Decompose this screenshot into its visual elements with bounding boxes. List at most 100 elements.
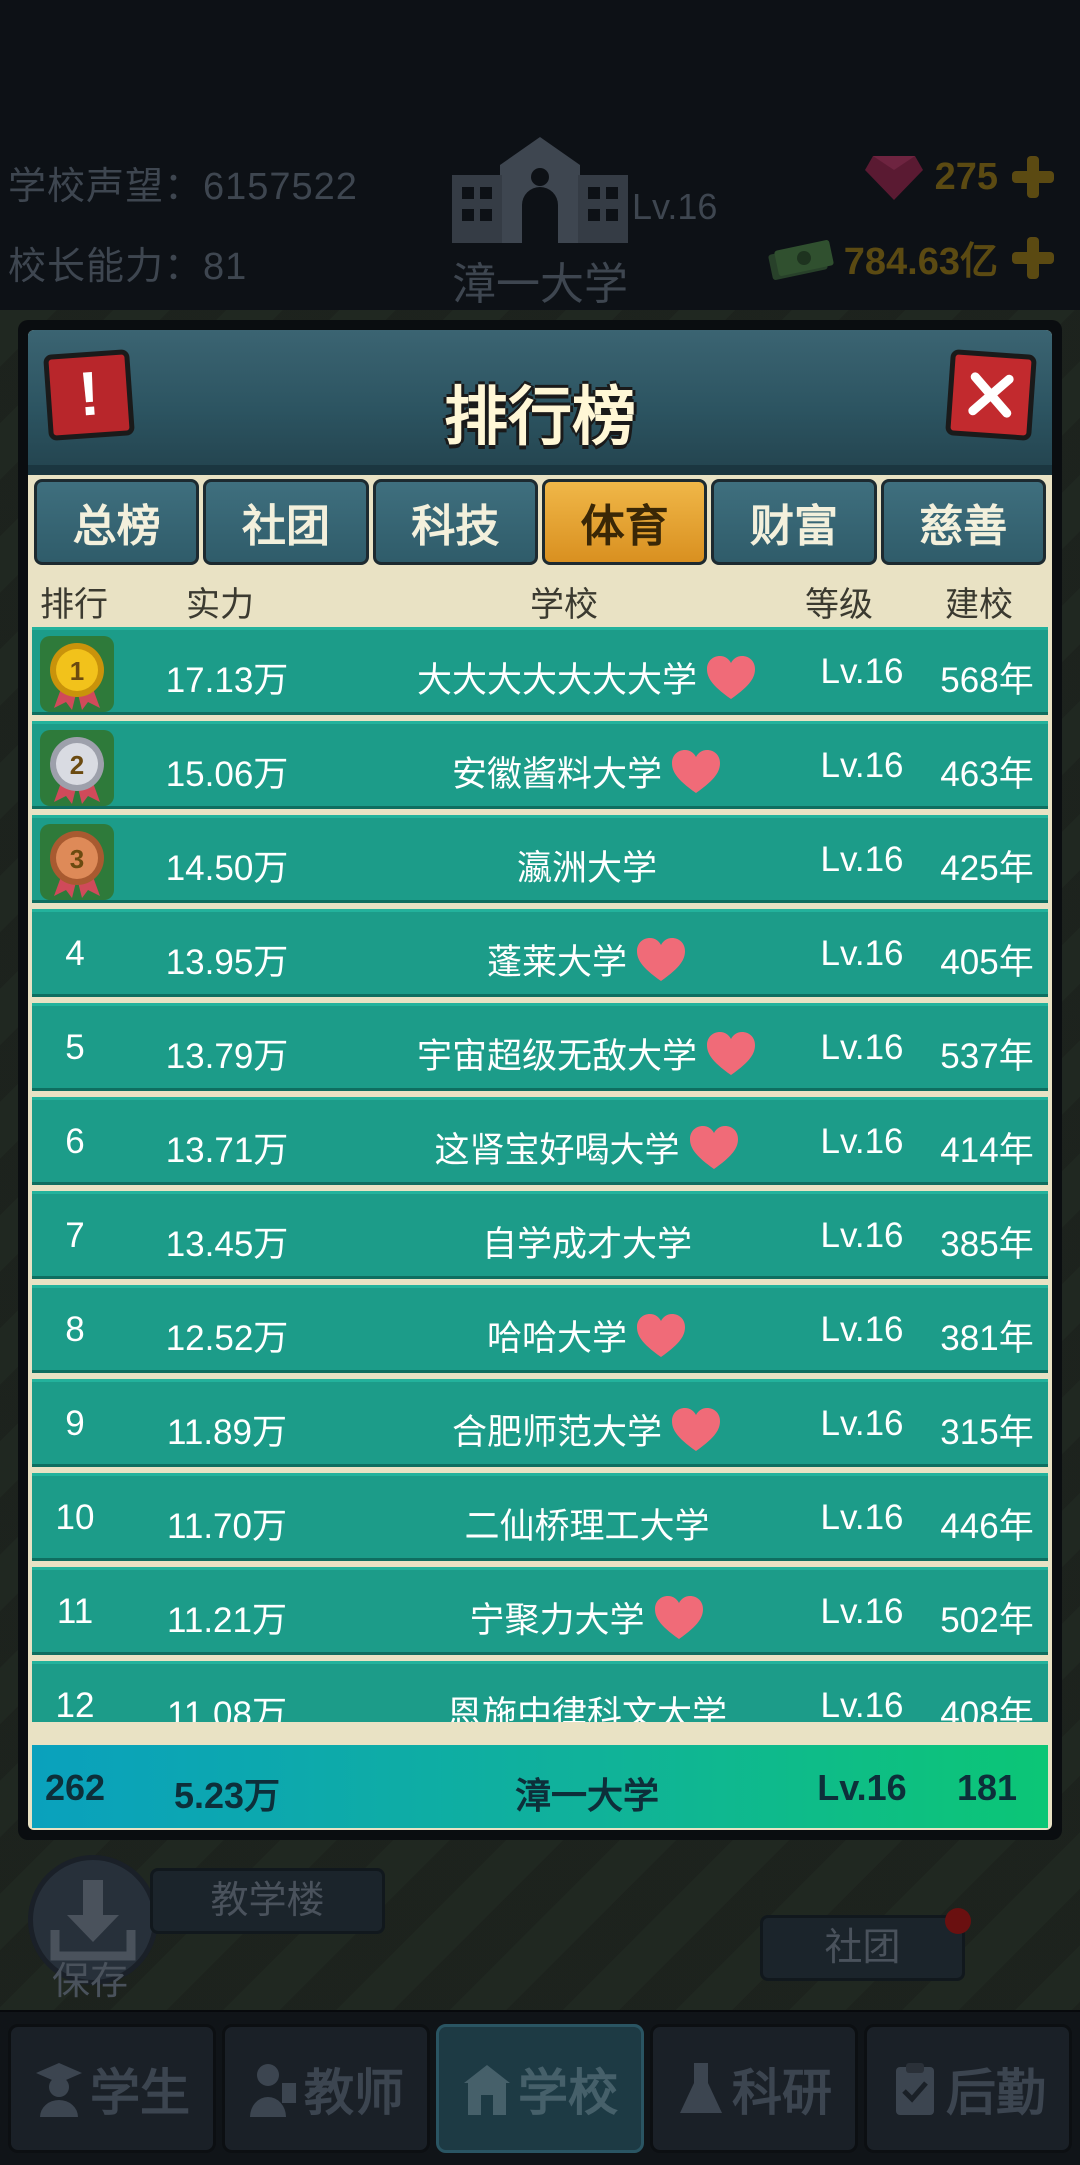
row-school-wrap: 合肥师范大学 (452, 1404, 722, 1455)
ranking-row[interactable]: 2 15.06万 安徽酱料大学 Lv.16 463年 (32, 721, 1048, 809)
money-value: 784.63亿 (843, 241, 998, 283)
row-founded: 502年 (940, 1601, 1034, 1640)
ranking-row[interactable]: 5 13.79万 宇宙超级无敌大学 Lv.16 537年 (32, 1003, 1048, 1091)
row-power: 11.08万 (167, 1695, 287, 1722)
row-rank: 8 (65, 1310, 85, 1349)
tab-sports[interactable]: 体育 (541, 479, 708, 565)
row-school: 哈哈大学 (362, 1310, 812, 1361)
notification-dot (945, 1908, 971, 1934)
ranking-row[interactable]: 7 13.45万 自学成才大学 Lv.16 385年 (32, 1191, 1048, 1279)
row-school-wrap: 安徽酱料大学 (452, 746, 722, 797)
ranking-row[interactable]: 9 11.89万 合肥师范大学 Lv.16 315年 (32, 1379, 1048, 1467)
school-icon (464, 2064, 510, 2115)
heart-icon[interactable] (688, 1125, 740, 1171)
row-school: 蓬莱大学 (362, 934, 812, 985)
nav-teachers[interactable]: 教师 (222, 2024, 430, 2153)
row-school-name: 恩施中律科文大学 (446, 1695, 727, 1722)
ranking-row[interactable]: 3 14.50万 瀛洲大学 Lv.16 425年 (32, 815, 1048, 903)
ranking-row[interactable]: 11 11.21万 宁聚力大学 Lv.16 502年 (32, 1567, 1048, 1655)
ranking-row[interactable]: 1 17.13万 大大大大大大大学 Lv.16 568年 (32, 627, 1048, 715)
row-level: Lv.16 (820, 934, 904, 973)
heart-icon[interactable] (635, 1313, 687, 1359)
row-level: Lv.16 (820, 1216, 904, 1255)
my-founded: 181 (956, 1767, 1018, 1808)
row-power: 13.71万 (165, 1131, 289, 1170)
row-level: Lv.16 (820, 1686, 904, 1722)
row-founded: 385年 (940, 1225, 1034, 1264)
heart-icon[interactable] (705, 655, 757, 701)
row-founded: 408年 (940, 1695, 1034, 1722)
row-school-name: 宇宙超级无敌大学 (416, 1037, 697, 1076)
row-school-wrap: 宁聚力大学 (469, 1592, 704, 1643)
row-founded: 405年 (940, 943, 1034, 982)
tab-clubs[interactable]: 社团 (203, 479, 369, 565)
row-school-name: 自学成才大学 (481, 1225, 692, 1264)
row-school-wrap: 恩施中律科文大学 (447, 1686, 727, 1722)
row-power: 15.06万 (165, 755, 289, 794)
ranking-row[interactable]: 4 13.95万 蓬莱大学 Lv.16 405年 (32, 909, 1048, 997)
header-power: 实力 (186, 586, 254, 624)
row-rank: 7 (65, 1216, 85, 1255)
tab-wealth[interactable]: 财富 (711, 479, 877, 565)
row-school: 宁聚力大学 (362, 1592, 812, 1643)
row-school-name: 二仙桥理工大学 (464, 1507, 710, 1546)
ranking-row[interactable]: 8 12.52万 哈哈大学 Lv.16 381年 (32, 1285, 1048, 1373)
my-school-row[interactable]: 262 5.23万 漳一大学 Lv.16 181 (32, 1742, 1048, 1828)
modal-header: ! 排行榜 (28, 330, 1052, 475)
close-button[interactable] (945, 349, 1037, 441)
row-rank: 6 (65, 1122, 85, 1161)
row-power: 17.13万 (165, 661, 289, 700)
row-power: 11.70万 (167, 1507, 287, 1546)
medal-2-icon: 2 (40, 730, 114, 806)
student-icon (36, 2062, 82, 2117)
row-level: Lv.16 (820, 1122, 904, 1161)
row-school: 自学成才大学 (362, 1216, 812, 1267)
nav-school[interactable]: 学校 (436, 2024, 644, 2153)
my-power: 5.23万 (173, 1775, 281, 1816)
row-school: 这肾宝好喝大学 (362, 1122, 812, 1173)
row-power: 12.52万 (165, 1319, 289, 1358)
my-school-name: 漳一大学 (514, 1775, 659, 1816)
medal-number: 1 (70, 656, 84, 686)
club-building-label[interactable]: 社团 (760, 1915, 965, 1981)
heart-icon[interactable] (705, 1031, 757, 1077)
row-school: 安徽酱料大学 (362, 746, 812, 797)
nav-research[interactable]: 科研 (650, 2024, 858, 2153)
leaderboard-modal: ! 排行榜 总榜 社团 科技 体育 财富 慈善 排行 实力 学校 等级 建校 1… (18, 320, 1062, 1840)
ranking-row[interactable]: 6 13.71万 这肾宝好喝大学 Lv.16 414年 (32, 1097, 1048, 1185)
row-level: Lv.16 (820, 746, 904, 785)
ranking-list[interactable]: 1 17.13万 大大大大大大大学 Lv.16 568年 2 15.06万 安徽… (32, 627, 1048, 1722)
ranking-row[interactable]: 10 11.70万 二仙桥理工大学 Lv.16 446年 (32, 1473, 1048, 1561)
row-school: 二仙桥理工大学 (362, 1498, 812, 1549)
tab-charity[interactable]: 慈善 (880, 479, 1046, 565)
medal-3-icon: 3 (40, 824, 114, 900)
add-money-plus-icon[interactable] (1008, 233, 1058, 283)
row-power: 11.89万 (167, 1413, 287, 1452)
row-school-wrap: 瀛洲大学 (517, 840, 657, 891)
row-school: 宇宙超级无敌大学 (362, 1028, 812, 1079)
principal-ability: 校长能力：81 (8, 246, 248, 288)
add-gems-plus-icon[interactable] (1008, 152, 1058, 202)
medal-1-icon: 1 (40, 636, 114, 712)
tab-technology[interactable]: 科技 (372, 479, 538, 565)
heart-icon[interactable] (670, 749, 722, 795)
gems-value: 275 (934, 155, 998, 198)
school-reputation: 学校声望：6157522 (8, 166, 358, 208)
tab-overall[interactable]: 总榜 (34, 479, 200, 565)
heart-icon[interactable] (635, 937, 687, 983)
nav-logistics[interactable]: 后勤 (864, 2024, 1072, 2153)
column-headers: 排行 实力 学校 等级 建校 (28, 567, 1052, 627)
heart-icon[interactable] (670, 1407, 722, 1453)
row-founded: 463年 (940, 755, 1034, 794)
nav-students[interactable]: 学生 (8, 2024, 216, 2153)
header-rank: 排行 (40, 586, 108, 624)
category-tabs: 总榜 社团 科技 体育 财富 慈善 (34, 475, 1046, 567)
row-rank: 11 (56, 1592, 94, 1631)
row-school-name: 这肾宝好喝大学 (434, 1131, 680, 1170)
heart-icon[interactable] (653, 1595, 705, 1641)
school-building-icon[interactable] (450, 135, 630, 245)
school-name: 漳一大学 (452, 260, 628, 309)
flask-icon (680, 2062, 722, 2113)
building-label[interactable]: 教学楼 (150, 1868, 385, 1934)
ranking-row[interactable]: 12 11.08万 恩施中律科文大学 Lv.16 408年 (32, 1661, 1048, 1722)
